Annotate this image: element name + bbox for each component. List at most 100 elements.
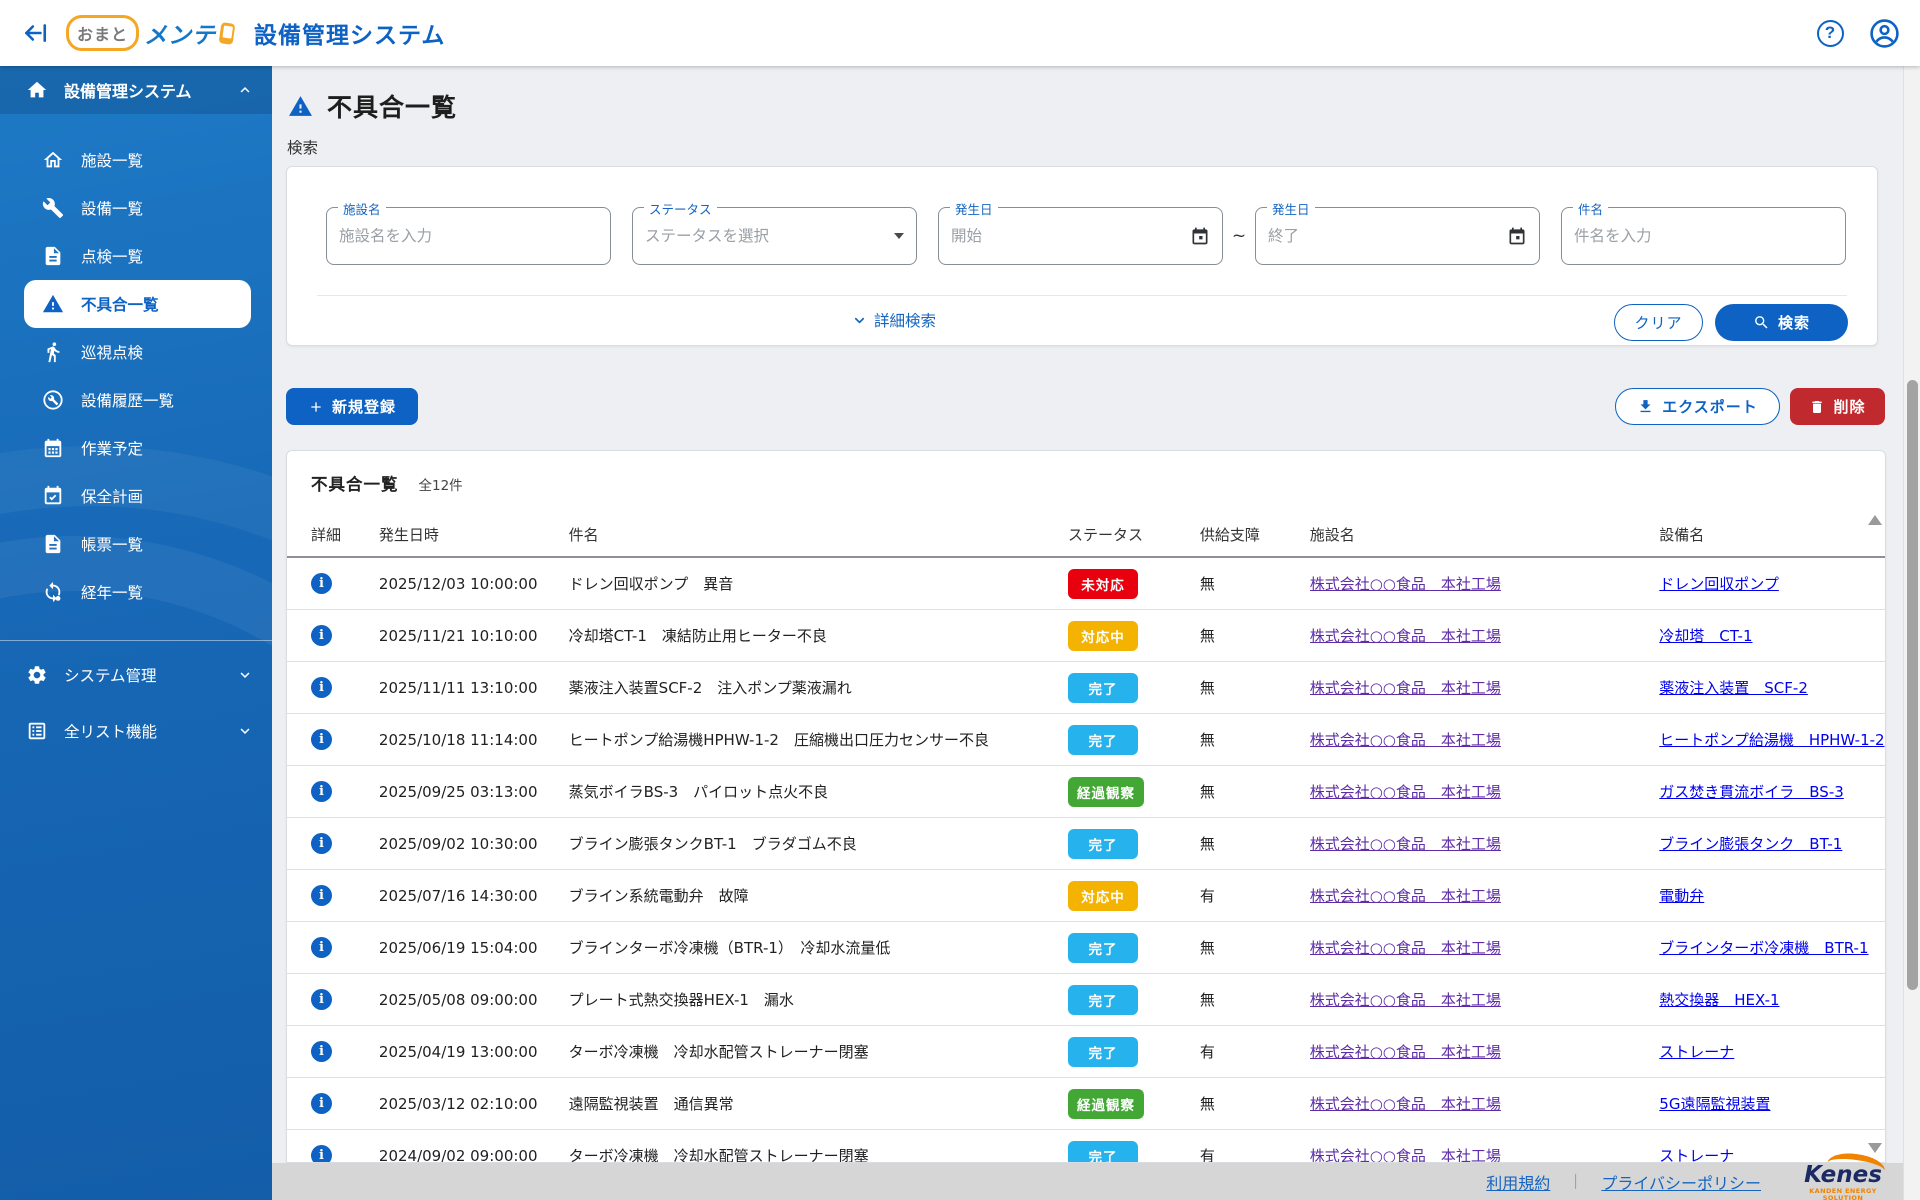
info-icon[interactable]: i <box>311 1041 332 1062</box>
advanced-search-toggle[interactable]: 詳細検索 <box>852 309 936 331</box>
sidebar-item-defect-list[interactable]: 不具合一覧 <box>24 280 251 328</box>
app-title: 設備管理システム <box>254 16 445 50</box>
page-scrollbar[interactable] <box>1903 66 1920 1200</box>
date-start-input[interactable] <box>951 227 1184 245</box>
info-icon[interactable]: i <box>311 937 332 958</box>
calendar-picker-button[interactable] <box>1507 226 1527 246</box>
sidebar-item-maintenance-plan[interactable]: 保全計画 <box>0 472 272 520</box>
equipment-link[interactable]: ブラインターボ冷凍機 BTR-1 <box>1659 939 1868 957</box>
sidebar-item-system-admin[interactable]: システム管理 <box>0 651 272 699</box>
sidebar-item-work-schedule[interactable]: 作業予定 <box>0 424 272 472</box>
clear-button[interactable]: クリア <box>1614 304 1703 341</box>
sidebar-item-label: 帳票一覧 <box>81 533 143 555</box>
table-scroll-down-icon[interactable] <box>1868 1143 1882 1153</box>
export-button[interactable]: エクスポート <box>1615 388 1780 425</box>
equipment-cell: ブライン膨張タンク BT-1 <box>1659 833 1885 854</box>
facility-link[interactable]: 株式会社○○食品 本社工場 <box>1310 627 1501 645</box>
page-scrollbar-thumb[interactable] <box>1907 380 1918 990</box>
status-badge: 完了 <box>1068 725 1138 755</box>
sidebar-item-equipment-list[interactable]: 設備一覧 <box>0 184 272 232</box>
table-row: i 2025/04/19 13:00:00 ターボ冷凍機 冷却水配管ストレーナー… <box>287 1026 1885 1078</box>
status-select-input[interactable] <box>645 227 888 245</box>
facility-link[interactable]: 株式会社○○食品 本社工場 <box>1310 835 1501 853</box>
supply-cell: 有 <box>1200 885 1310 906</box>
equipment-link[interactable]: ストレーナ <box>1659 1043 1734 1061</box>
facility-link[interactable]: 株式会社○○食品 本社工場 <box>1310 783 1501 801</box>
status-select-field[interactable]: ステータス <box>632 207 917 265</box>
info-icon[interactable]: i <box>311 885 332 906</box>
equipment-link[interactable]: ガス焚き貫流ボイラ BS-3 <box>1659 783 1844 801</box>
facility-link[interactable]: 株式会社○○食品 本社工場 <box>1310 991 1501 1009</box>
equipment-cell: ガス焚き貫流ボイラ BS-3 <box>1659 781 1885 802</box>
sidebar-item-label: 設備履歴一覧 <box>81 389 174 411</box>
facility-link[interactable]: 株式会社○○食品 本社工場 <box>1310 1043 1501 1061</box>
table-scroll-up-icon[interactable] <box>1868 515 1882 525</box>
info-icon[interactable]: i <box>311 729 332 750</box>
facility-link[interactable]: 株式会社○○食品 本社工場 <box>1310 731 1501 749</box>
date-cell: 2025/11/21 10:10:00 <box>379 627 569 645</box>
supply-cell: 無 <box>1200 729 1310 750</box>
help-button[interactable]: ? <box>1814 17 1846 49</box>
facility-link[interactable]: 株式会社○○食品 本社工場 <box>1310 887 1501 905</box>
info-icon[interactable]: i <box>311 677 332 698</box>
table-row: i 2025/09/25 03:13:00 蒸気ボイラBS-3 パイロット点火不… <box>287 766 1885 818</box>
equipment-link[interactable]: 熱交換器 HEX-1 <box>1659 991 1779 1009</box>
terms-link[interactable]: 利用規約 <box>1486 1170 1550 1194</box>
privacy-link[interactable]: プライバシーポリシー <box>1601 1170 1761 1194</box>
equipment-link[interactable]: 薬液注入装置 SCF-2 <box>1659 679 1808 697</box>
phone-icon <box>219 22 236 45</box>
equipment-link[interactable]: ブライン膨張タンク BT-1 <box>1659 835 1842 853</box>
equipment-link[interactable]: ヒートポンプ給湯機 HPHW-1-2 <box>1659 731 1884 749</box>
issue-list-card: 不具合一覧 全12件 詳細 発生日時 件名 ステータス 供給支障 施設名 設備名… <box>286 450 1886 1163</box>
facility-link[interactable]: 株式会社○○食品 本社工場 <box>1310 939 1501 957</box>
supply-cell: 無 <box>1200 781 1310 802</box>
status-badge: 経過観察 <box>1068 1089 1144 1119</box>
account-button[interactable] <box>1868 17 1900 49</box>
facility-cell: 株式会社○○食品 本社工場 <box>1310 1041 1660 1062</box>
status-badge: 完了 <box>1068 933 1138 963</box>
sidebar-item-facility-list[interactable]: 施設一覧 <box>0 136 272 184</box>
info-icon[interactable]: i <box>311 1145 332 1162</box>
facility-cell: 株式会社○○食品 本社工場 <box>1310 729 1660 750</box>
dropdown-caret-icon[interactable] <box>894 233 904 239</box>
info-icon[interactable]: i <box>311 989 332 1010</box>
sidebar-item-equipment-history[interactable]: 設備履歴一覧 <box>0 376 272 424</box>
sidebar-item-patrol-inspection[interactable]: 巡視点検 <box>0 328 272 376</box>
sidebar-item-inspection-list[interactable]: 点検一覧 <box>0 232 272 280</box>
date-end-field[interactable]: 発生日 <box>1255 207 1540 265</box>
info-icon[interactable]: i <box>311 1093 332 1114</box>
facility-link[interactable]: 株式会社○○食品 本社工場 <box>1310 575 1501 593</box>
status-badge: 経過観察 <box>1068 777 1144 807</box>
equipment-link[interactable]: ストレーナ <box>1659 1147 1734 1162</box>
calendar-picker-button[interactable] <box>1190 226 1210 246</box>
facility-name-input[interactable] <box>339 227 598 245</box>
facility-link[interactable]: 株式会社○○食品 本社工場 <box>1310 1147 1501 1162</box>
sidebar-group-header[interactable]: 設備管理システム <box>0 66 272 114</box>
subject-input[interactable] <box>1574 227 1833 245</box>
register-button[interactable]: 新規登録 <box>286 388 418 425</box>
delete-button[interactable]: 削除 <box>1790 388 1885 425</box>
sidebar-item-aging-list[interactable]: 経年一覧 <box>0 568 272 616</box>
equipment-link[interactable]: 電動弁 <box>1659 887 1704 905</box>
date-start-field[interactable]: 発生日 <box>938 207 1223 265</box>
info-icon[interactable]: i <box>311 573 332 594</box>
info-icon[interactable]: i <box>311 833 332 854</box>
search-button[interactable]: 検索 <box>1715 304 1848 341</box>
facility-name-field[interactable]: 施設名 <box>326 207 611 265</box>
account-icon <box>1869 18 1900 49</box>
info-icon[interactable]: i <box>311 625 332 646</box>
sidebar-item-report-list[interactable]: 帳票一覧 <box>0 520 272 568</box>
facility-link[interactable]: 株式会社○○食品 本社工場 <box>1310 679 1501 697</box>
equipment-link[interactable]: 冷却塔 CT-1 <box>1659 627 1752 645</box>
sidebar-item-all-list[interactable]: 全リスト機能 <box>0 707 272 755</box>
subject-field[interactable]: 件名 <box>1561 207 1846 265</box>
equipment-link[interactable]: 5G遠隔監視装置 <box>1659 1095 1770 1113</box>
date-end-input[interactable] <box>1268 227 1501 245</box>
back-button[interactable] <box>18 16 52 50</box>
facility-cell: 株式会社○○食品 本社工場 <box>1310 885 1660 906</box>
logo-text-mente: メンテ <box>144 16 216 50</box>
info-icon[interactable]: i <box>311 781 332 802</box>
plus-icon <box>308 399 324 415</box>
facility-link[interactable]: 株式会社○○食品 本社工場 <box>1310 1095 1501 1113</box>
equipment-link[interactable]: ドレン回収ポンプ <box>1659 575 1779 593</box>
